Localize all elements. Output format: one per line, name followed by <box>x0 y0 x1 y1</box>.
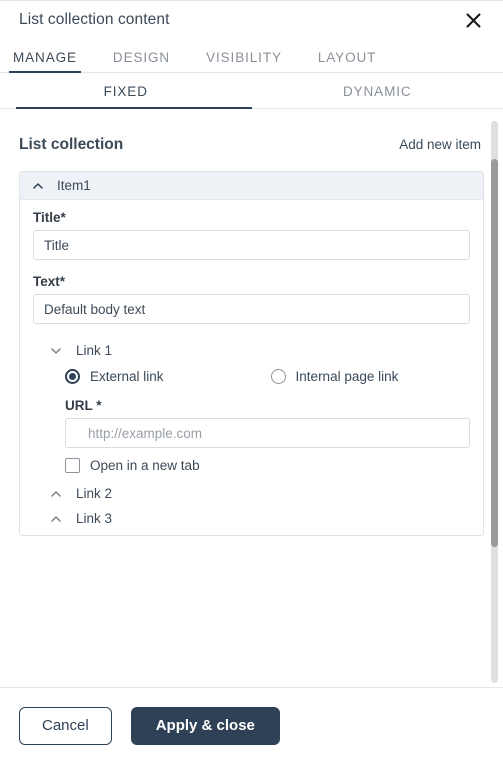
url-field-label: URL * <box>65 398 102 413</box>
title-input[interactable] <box>33 230 470 260</box>
scrollbar-thumb[interactable] <box>491 159 498 547</box>
chevron-up-icon <box>50 488 62 500</box>
link-2-accordion-header[interactable]: Link 2 <box>33 481 470 506</box>
chevron-up-icon <box>50 513 62 525</box>
url-input[interactable] <box>65 418 470 448</box>
dialog-footer: Cancel Apply & close <box>0 687 503 763</box>
dialog-titlebar: List collection content <box>0 1 503 39</box>
link-3-accordion-header[interactable]: Link 3 <box>33 506 470 531</box>
radio-external-link-indicator <box>65 369 80 384</box>
radio-internal-page-link-indicator <box>270 369 286 384</box>
radio-internal-page-link[interactable]: Internal page link <box>270 369 399 384</box>
open-in-new-tab-label: Open in a new tab <box>90 458 200 473</box>
open-in-new-tab-checkbox[interactable]: Open in a new tab <box>65 458 470 477</box>
dialog-body: List collection Add new item Item1 Title… <box>0 109 503 687</box>
chevron-up-icon <box>32 180 44 192</box>
item1-accordion-header[interactable]: Item1 <box>20 172 483 200</box>
tab-manage[interactable]: MANAGE <box>9 50 81 73</box>
open-in-new-tab-checkbox-indicator <box>65 458 80 473</box>
close-icon[interactable] <box>459 6 487 34</box>
page-title: List collection <box>19 136 124 153</box>
tab-visibility[interactable]: VISIBILITY <box>206 50 282 72</box>
link-1-accordion-header[interactable]: Link 1 <box>33 338 470 363</box>
apply-and-close-button[interactable]: Apply & close <box>130 706 280 745</box>
tab-layout[interactable]: LAYOUT <box>318 50 376 72</box>
text-field-label: Text* <box>33 274 66 289</box>
dialog-title: List collection content <box>19 11 170 28</box>
primary-tab-bar: MANAGE DESIGN VISIBILITY LAYOUT <box>0 39 503 73</box>
scrollbar-track[interactable] <box>491 121 498 683</box>
tab-fixed[interactable]: FIXED <box>0 84 252 109</box>
text-input[interactable] <box>33 294 470 324</box>
items-scroll-region: Item1 Title* Text* Link 1 <box>0 165 503 687</box>
list-collection-dialog: List collection content MANAGE DESIGN VI… <box>0 0 503 763</box>
link-1-body: External link Internal page link URL * O <box>33 363 470 481</box>
add-new-item-button[interactable]: Add new item <box>399 137 481 152</box>
item1-label: Item1 <box>57 178 91 193</box>
radio-external-link-label: External link <box>90 369 164 384</box>
list-collection-header: List collection Add new item <box>0 109 503 154</box>
tab-dynamic[interactable]: DYNAMIC <box>252 84 503 108</box>
tab-design[interactable]: DESIGN <box>113 50 170 72</box>
radio-external-link[interactable]: External link <box>65 369 164 384</box>
chevron-down-icon <box>50 345 62 357</box>
title-field-label: Title* <box>33 210 66 225</box>
link-type-radio-group: External link Internal page link <box>65 369 470 384</box>
link-1-label: Link 1 <box>76 343 113 358</box>
radio-internal-page-link-label: Internal page link <box>295 369 399 384</box>
item1-body: Title* Text* Link 1 <box>20 200 483 535</box>
secondary-tab-bar: FIXED DYNAMIC <box>0 73 503 109</box>
link-3-label: Link 3 <box>76 511 113 526</box>
cancel-button[interactable]: Cancel <box>19 706 112 745</box>
list-item-card: Item1 Title* Text* Link 1 <box>19 171 484 536</box>
link-2-label: Link 2 <box>76 486 113 501</box>
